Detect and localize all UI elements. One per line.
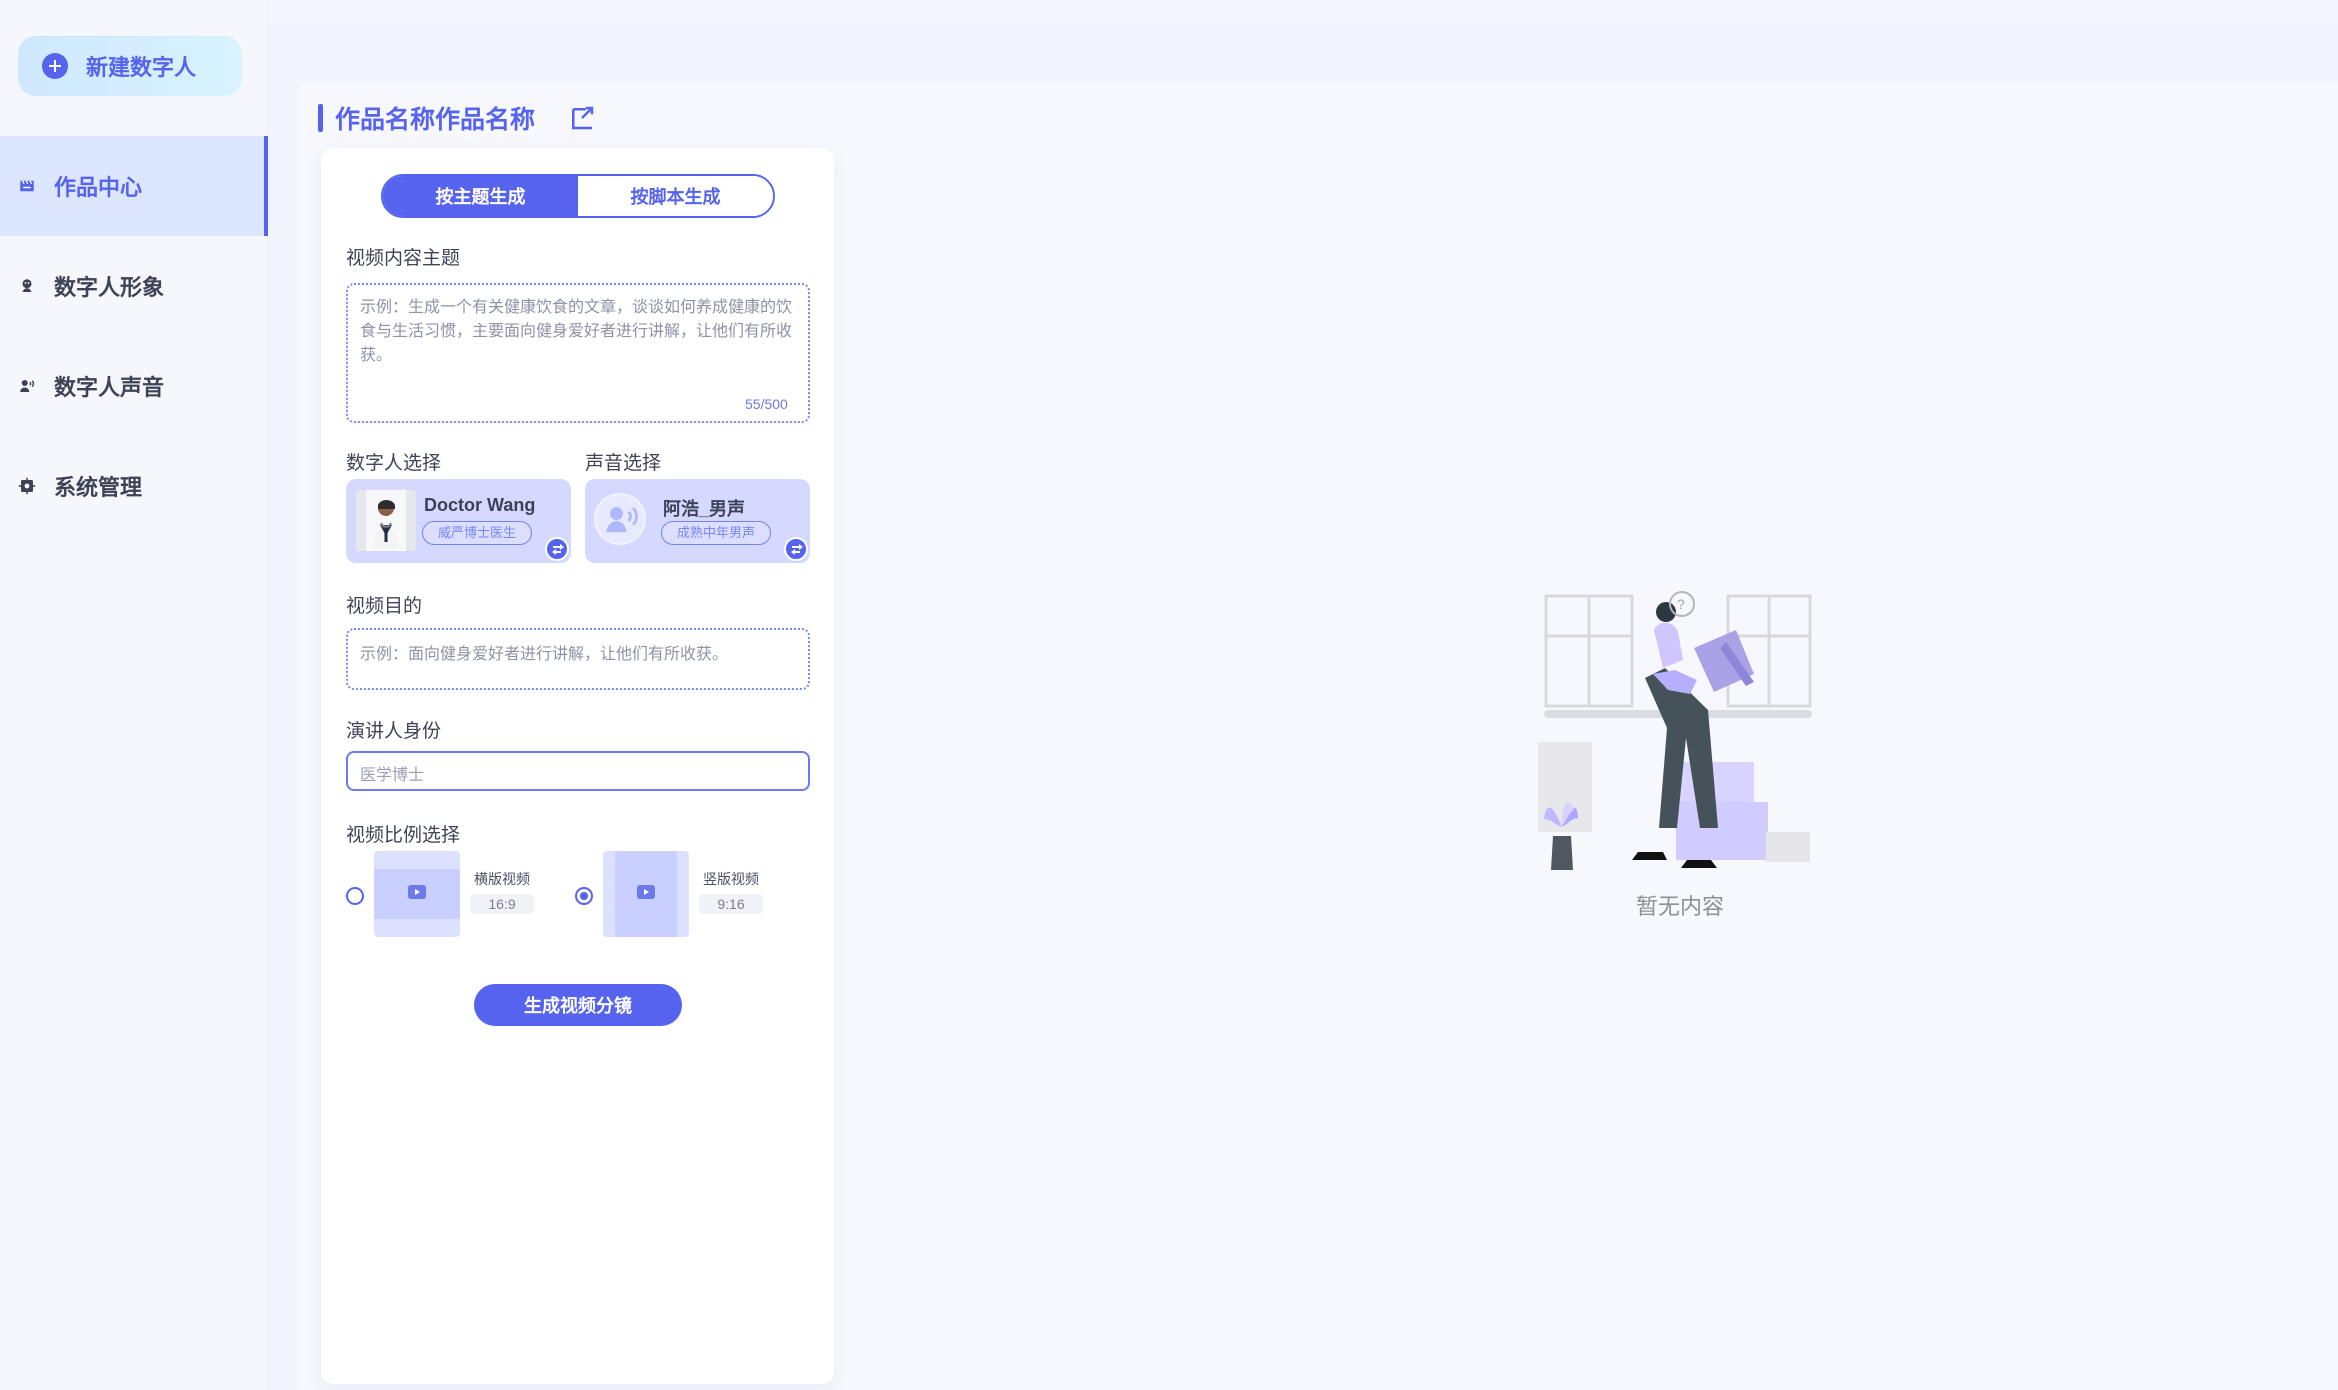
generation-panel: 按主题生成 按脚本生成 视频内容主题 55/500 数字人选择 声音选择 <box>321 148 834 1384</box>
ratio-option-horizontal[interactable]: 横版视频 16:9 <box>346 851 546 937</box>
topic-counter: 55/500 <box>745 396 788 412</box>
sidebar-item-works[interactable]: 作品中心 <box>0 136 268 236</box>
voice-label: 声音选择 <box>585 453 662 474</box>
digital-person-card[interactable]: Doctor Wang 威严博士医生 <box>346 479 571 563</box>
sidebar-item-voice[interactable]: 数字人声音 <box>0 336 268 436</box>
page-title: 作品名称作品名称 <box>318 100 597 136</box>
sidebar-nav: 作品中心 数字人形象 数字人声音 系统管理 <box>0 136 268 536</box>
project-title: 作品名称作品名称 <box>335 106 536 134</box>
empty-state-text: 暂无内容 <box>1636 894 1725 919</box>
tab-script[interactable]: 按脚本生成 <box>578 176 773 216</box>
svg-text:?: ? <box>1677 596 1685 612</box>
topic-textarea[interactable] <box>346 283 810 423</box>
title-accent-bar <box>318 104 323 132</box>
goal-label: 视频目的 <box>346 596 423 617</box>
sidebar-item-system[interactable]: 系统管理 <box>0 436 268 536</box>
horizontal-thumbnail <box>374 851 460 937</box>
voice-person-icon <box>606 507 638 533</box>
digital-person-tag: 威严博士医生 <box>422 521 532 545</box>
film-icon <box>20 180 34 192</box>
ratio-label: 视频比例选择 <box>346 825 461 846</box>
ratio-option-vertical[interactable]: 竖版视频 9:16 <box>575 851 775 937</box>
voice-card[interactable]: 阿浩_男声 成熟中年男声 <box>585 479 810 563</box>
gear-icon <box>18 477 36 495</box>
sidebar-item-label: 数字人声音 <box>54 375 165 400</box>
goal-input[interactable]: 示例：面向健身爱好者进行讲解，让他们有所收获。 <box>346 628 810 690</box>
edit-icon[interactable] <box>567 103 597 133</box>
voice-icon <box>20 380 35 392</box>
speaker-label: 演讲人身份 <box>346 721 442 742</box>
sidebar-item-label: 系统管理 <box>54 475 143 500</box>
voice-name: 阿浩_男声 <box>663 499 746 519</box>
plus-circle-icon <box>42 53 68 79</box>
ratio-title: 竖版视频 <box>703 871 759 887</box>
sidebar-item-label: 作品中心 <box>54 175 143 200</box>
radio-horizontal[interactable] <box>346 887 364 905</box>
swap-digital-person-icon[interactable] <box>545 537 569 561</box>
radio-vertical[interactable] <box>575 887 593 905</box>
speaker-input[interactable]: 医学博士 <box>346 751 810 791</box>
top-bar <box>268 0 2338 24</box>
ratio-badge: 16:9 <box>470 894 534 914</box>
ratio-badge: 9:16 <box>699 894 763 914</box>
empty-state-illustration: ? <box>1538 591 1812 870</box>
vertical-thumbnail <box>603 851 689 937</box>
sidebar: 新建数字人 作品中心 数字人形象 数字人声音 系统管理 <box>0 0 268 1390</box>
topic-label: 视频内容主题 <box>346 248 461 269</box>
play-icon <box>637 885 655 899</box>
new-digital-person-button[interactable]: 新建数字人 <box>18 36 242 96</box>
voice-tag: 成熟中年男声 <box>661 521 771 545</box>
generation-mode-tabs: 按主题生成 按脚本生成 <box>381 174 775 218</box>
doctor-avatar-icon <box>356 490 416 551</box>
digital-person-name: Doctor Wang <box>424 495 536 515</box>
avatar-icon <box>22 279 32 292</box>
voice-avatar <box>594 493 646 545</box>
tab-topic[interactable]: 按主题生成 <box>383 176 578 216</box>
ratio-title: 横版视频 <box>474 871 530 887</box>
sidebar-item-label: 数字人形象 <box>54 275 165 300</box>
digital-person-label: 数字人选择 <box>346 453 442 474</box>
play-icon <box>408 885 426 899</box>
generate-storyboard-button[interactable]: 生成视频分镜 <box>474 984 682 1026</box>
app-root: 新建数字人 作品中心 数字人形象 数字人声音 系统管理 作品名称作品名称 按主题… <box>0 0 2338 1390</box>
avatar-image <box>356 490 416 551</box>
new-digital-person-label: 新建数字人 <box>86 55 197 80</box>
swap-voice-icon[interactable] <box>784 537 808 561</box>
sidebar-item-avatar[interactable]: 数字人形象 <box>0 236 268 336</box>
